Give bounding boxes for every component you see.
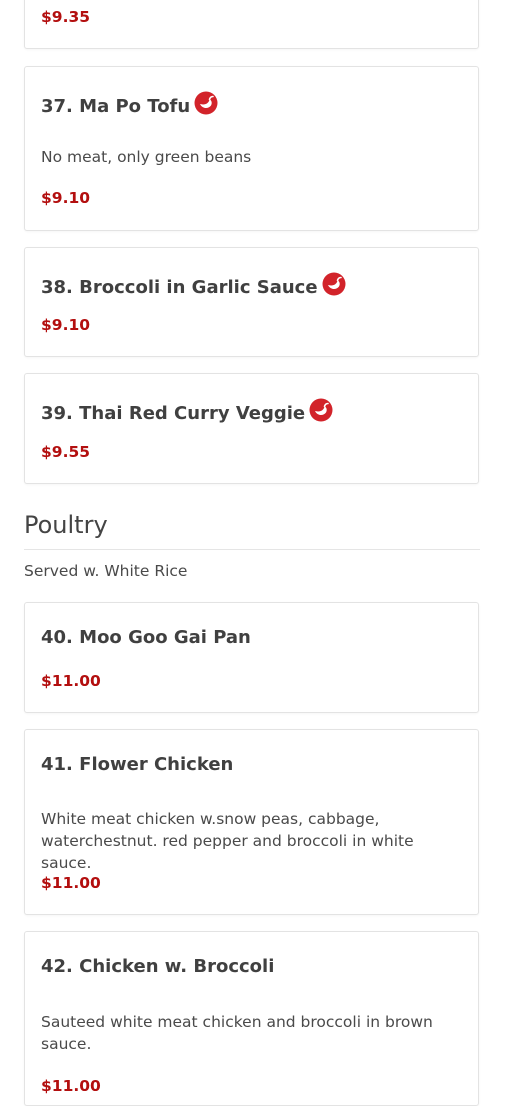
menu-item-card[interactable]: 42. Chicken w. Broccoli Sauteed white me… <box>24 931 479 1106</box>
item-description: No meat, only green beans <box>41 148 252 166</box>
section-divider <box>24 549 480 550</box>
chili-pepper-icon[interactable] <box>322 272 346 296</box>
item-name-text: 37. Ma Po Tofu <box>41 96 191 117</box>
item-price: $9.10 <box>41 189 91 207</box>
item-price: $11.00 <box>41 672 101 690</box>
chili-pepper-icon[interactable] <box>309 398 333 422</box>
section-title: Poultry <box>24 511 108 539</box>
item-name: 39. Thai Red Curry Veggie <box>41 398 333 425</box>
menu-item-card[interactable]: 41. Flower Chicken White meat chicken w.… <box>24 729 479 915</box>
item-price: $9.35 <box>41 8 91 26</box>
menu-item-card[interactable]: $9.35 <box>24 0 479 49</box>
item-price: $11.00 <box>41 1077 101 1095</box>
menu-item-card[interactable]: 40. Moo Goo Gai Pan $11.00 <box>24 602 479 713</box>
item-description: White meat chicken w.snow peas, cabbage,… <box>41 810 414 872</box>
item-name: 42. Chicken w. Broccoli <box>41 956 275 977</box>
menu-item-card[interactable]: 37. Ma Po Tofu No meat, only green beans… <box>24 66 479 231</box>
item-name: 38. Broccoli in Garlic Sauce <box>41 272 346 299</box>
item-price: $9.55 <box>41 443 91 461</box>
item-name: 41. Flower Chicken <box>41 754 234 775</box>
item-name: 40. Moo Goo Gai Pan <box>41 627 251 648</box>
menu-item-card[interactable]: 38. Broccoli in Garlic Sauce $9.10 <box>24 247 479 357</box>
item-price: $11.00 <box>41 874 101 892</box>
chili-pepper-icon[interactable] <box>194 91 218 115</box>
item-name-text: 38. Broccoli in Garlic Sauce <box>41 277 318 298</box>
item-price: $9.10 <box>41 316 91 334</box>
section-note: Served w. White Rice <box>24 562 188 580</box>
item-name: 37. Ma Po Tofu <box>41 91 218 118</box>
item-description: Sauteed white meat chicken and broccoli … <box>41 1013 433 1053</box>
item-name-text: 39. Thai Red Curry Veggie <box>41 403 306 424</box>
menu-item-card[interactable]: 39. Thai Red Curry Veggie $9.55 <box>24 373 479 484</box>
